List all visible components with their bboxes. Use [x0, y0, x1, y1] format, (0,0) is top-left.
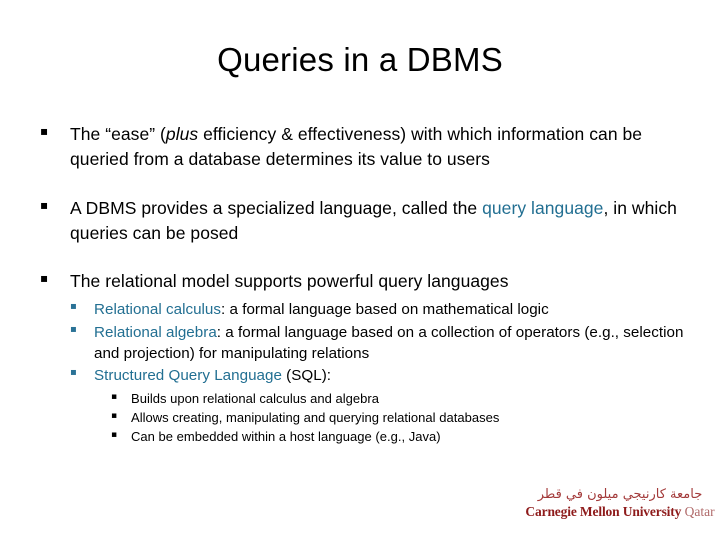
square-bullet-icon: ▪ — [40, 124, 49, 138]
bullet-level1-relational-model-text: The relational model supports powerful q… — [70, 271, 509, 292]
bullet-level3-allows-creating: ▪ Allows creating, manipulating and quer… — [111, 409, 691, 428]
bullet-text-accent: Structured Query Language — [94, 367, 282, 385]
bullet-text-accent: query language — [482, 197, 604, 218]
bullet-level3-embedded-host: ▪ Can be embedded within a host language… — [111, 428, 691, 447]
sub-bullet-group: ▪ Relational calculus: a formal language… — [0, 299, 720, 446]
bullet-level3-builds-upon-text: Builds upon relational calculus and alge… — [131, 391, 380, 407]
logo-english-text: Carnegie Mellon University Qatar — [522, 504, 718, 520]
square-bullet-icon: ▪ — [70, 367, 77, 379]
bullet-level2-relational-calculus: ▪ Relational calculus: a formal language… — [70, 299, 686, 320]
cmu-qatar-logo: جامعة كارنيجي ميلون في قطر Carnegie Mell… — [522, 487, 718, 520]
square-bullet-icon: ▪ — [111, 429, 118, 440]
bullet-text-part1: The “ease” ( — [70, 124, 166, 144]
logo-campus-name-value: Qatar — [684, 504, 715, 520]
bullet-level2-sql: ▪ Structured Query Language (SQL): — [70, 365, 686, 386]
bullet-level1-query-language-text: A DBMS provides a specialized language, … — [70, 196, 688, 246]
bullet-level2-relational-algebra: ▪ Relational algebra: a formal language … — [70, 322, 686, 365]
slide-body: ▪ The “ease” (plus efficiency & effectiv… — [0, 122, 720, 447]
square-bullet-icon: ▪ — [111, 392, 118, 403]
bullet-text-accent: Relational algebra — [94, 323, 217, 341]
bullet-text-rest: (SQL): — [281, 367, 332, 385]
bullet-text-accent: Relational calculus — [94, 301, 222, 319]
bullet-level1-ease: ▪ The “ease” (plus efficiency & effectiv… — [40, 122, 688, 172]
square-bullet-icon: ▪ — [70, 323, 77, 335]
logo-university-name: Carnegie Mellon University — [525, 504, 682, 520]
bullet-level2-relational-algebra-text: Relational algebra: a formal language ba… — [94, 322, 686, 365]
square-bullet-icon: ▪ — [70, 301, 77, 313]
bullet-text-part1: A DBMS provides a specialized language, … — [70, 197, 483, 218]
slide: Queries in a DBMS ▪ The “ease” (plus eff… — [0, 0, 720, 540]
page-title: Queries in a DBMS — [217, 41, 503, 78]
square-bullet-icon: ▪ — [111, 411, 118, 422]
bullet-level3-embedded-host-text: Can be embedded within a host language (… — [131, 428, 441, 444]
square-bullet-icon: ▪ — [40, 271, 49, 286]
bullet-text-italic: plus — [165, 124, 199, 144]
bullet-level1-relational-model: ▪ The relational model supports powerful… — [40, 269, 688, 294]
logo-arabic-text: جامعة كارنيجي ميلون في قطر — [537, 487, 703, 502]
bullet-level1-query-language: ▪ A DBMS provides a specialized language… — [40, 196, 688, 246]
bullet-level2-sql-text: Structured Query Language (SQL): — [94, 365, 686, 386]
bullet-level3-allows-creating-text: Allows creating, manipulating and queryi… — [131, 410, 500, 426]
bullet-text-rest: : a formal language based on mathematica… — [221, 301, 549, 319]
bullet-level3-builds-upon: ▪ Builds upon relational calculus and al… — [111, 390, 691, 409]
bullet-level1-ease-text: The “ease” (plus efficiency & effectiven… — [70, 122, 688, 172]
square-bullet-icon: ▪ — [40, 197, 49, 212]
bullet-level2-relational-calculus-text: Relational calculus: a formal language b… — [94, 299, 686, 320]
sub-sub-bullet-group: ▪ Builds upon relational calculus and al… — [0, 390, 720, 446]
